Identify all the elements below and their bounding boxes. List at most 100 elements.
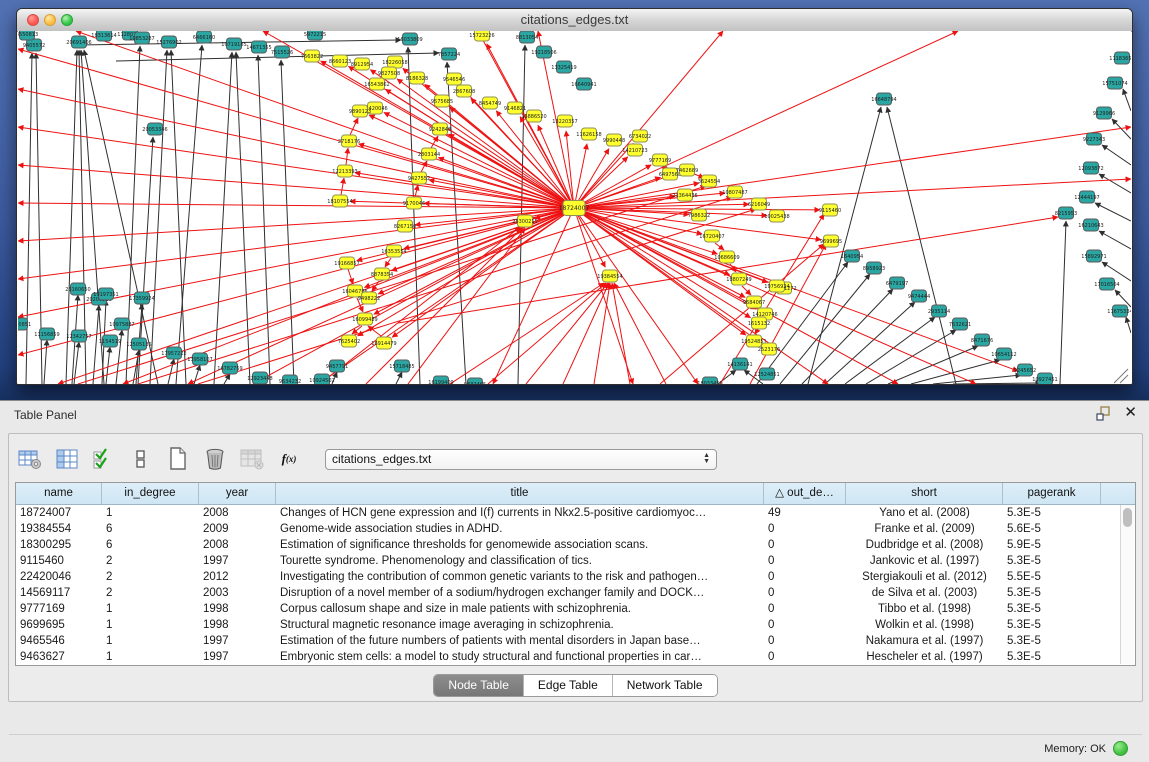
table-row[interactable]: 977716911998Corpus callosum shape and si… [16, 601, 1135, 617]
graph-node[interactable]: 15718485 [389, 360, 414, 372]
graph-node[interactable]: 9827508 [378, 67, 400, 79]
graph-node[interactable]: 8215953 [1055, 207, 1077, 219]
graph-node[interactable]: 20691406 [66, 36, 91, 48]
column-header-out_degree[interactable]: △ out_de… [764, 483, 846, 504]
graph-node[interactable]: 18033459 [697, 377, 722, 384]
table-row[interactable]: 911546021997Tourette syndrome. Phenomeno… [16, 553, 1135, 569]
graph-node[interactable]: 11626158 [576, 128, 601, 140]
graph-node[interactable]: 12923448 [247, 372, 272, 384]
graph-node[interactable]: 11156859 [34, 328, 59, 340]
table-row[interactable]: 1872400712008Changes of HCN gene express… [16, 505, 1135, 521]
graph-node[interactable]: 19166857 [334, 257, 359, 269]
graph-node[interactable]: 16199409 [428, 376, 453, 384]
table-row[interactable]: 1456911722003Disruption of a novel membe… [16, 585, 1135, 601]
table-row[interactable]: 2242004622012Investigating the contribut… [16, 569, 1135, 585]
column-header-name[interactable]: name [16, 483, 102, 504]
graph-node[interactable]: 9832465 [464, 378, 486, 384]
graph-node[interactable]: 12444197 [1074, 191, 1099, 203]
graph-node[interactable]: 16353554 [381, 245, 406, 257]
graph-node[interactable]: 9427552 [408, 172, 430, 184]
graph-node[interactable]: 14136141 [727, 358, 752, 370]
graph-node[interactable]: 9890123 [349, 105, 371, 117]
graph-node[interactable]: 8660123 [329, 55, 351, 67]
graph-node[interactable]: 2867608 [453, 85, 475, 97]
column-header-year[interactable]: year [199, 483, 276, 504]
graph-node[interactable]: 9146821 [504, 102, 526, 114]
tab-edge-table[interactable]: Edge Table [524, 675, 613, 696]
graph-node[interactable]: 15723226 [469, 31, 494, 41]
graph-node[interactable]: 19218506 [531, 46, 556, 58]
scrollbar-thumb[interactable] [1123, 508, 1132, 527]
graph-node[interactable]: 10025438 [764, 210, 789, 222]
graph-node[interactable]: 8550851 [18, 318, 31, 330]
graph-node[interactable]: 1640954 [841, 250, 863, 262]
graph-node[interactable]: 6734022 [629, 130, 651, 142]
graph-node[interactable]: 8186328 [406, 72, 428, 84]
import-checks-icon[interactable] [91, 447, 117, 471]
graph-node[interactable]: 7462669 [676, 164, 698, 176]
table-row[interactable]: 1938455462009Genome-wide association stu… [16, 521, 1135, 537]
graph-node[interactable]: 10927451 [1032, 373, 1057, 384]
graph-node[interactable]: 2935114 [928, 305, 950, 317]
graph-node[interactable]: 16640941 [571, 78, 596, 90]
table-settings-icon[interactable] [17, 447, 43, 471]
graph-node[interactable]: 9129966 [1093, 107, 1115, 119]
graph-node[interactable]: 17957222 [161, 347, 186, 359]
graph-node[interactable]: 18724007 [559, 201, 590, 216]
graph-node[interactable]: 16210643 [1078, 219, 1103, 231]
graph-node[interactable]: 9634232 [279, 375, 301, 384]
graph-node[interactable]: 9699695 [820, 235, 842, 247]
graph-node[interactable]: 9990448 [603, 134, 625, 146]
column-header-in_degree[interactable]: in_degree [102, 483, 199, 504]
graph-node[interactable]: 7857224 [438, 48, 460, 60]
column-header-short[interactable]: short [846, 483, 1003, 504]
graph-node[interactable]: 7986322 [688, 209, 710, 221]
close-icon[interactable]: ✕ [1124, 406, 1137, 420]
tab-network-table[interactable]: Network Table [613, 675, 717, 696]
graph-node[interactable]: 9170046 [403, 197, 425, 209]
table-row[interactable]: 946362711997Embryonic stem cells: a mode… [16, 649, 1135, 665]
graph-node[interactable]: 1615132 [748, 317, 770, 329]
graph-node[interactable]: 11675334 [1107, 305, 1131, 317]
graph-node[interactable]: 15751074 [1102, 77, 1127, 89]
graph-node[interactable]: 8878354 [371, 268, 393, 280]
node-table[interactable]: namein_degreeyeartitle△ out_de…shortpage… [15, 482, 1136, 666]
graph-node[interactable]: 8471676 [971, 334, 993, 346]
row-height-icon[interactable] [128, 447, 154, 471]
graph-node[interactable]: 1154519 [99, 335, 121, 347]
graph-node[interactable]: 6466160 [193, 31, 215, 43]
graph-node[interactable]: 9498222 [358, 292, 380, 304]
graph-node[interactable]: 8813054 [516, 31, 538, 43]
graph-node[interactable]: 9546546 [443, 73, 465, 85]
graph-node[interactable]: 16914479 [371, 337, 396, 349]
graph-node[interactable]: 6479197 [886, 277, 908, 289]
graph-node[interactable]: 8454749 [479, 97, 501, 109]
graph-node[interactable]: 9575685 [431, 95, 453, 107]
graph-node[interactable]: 16720407 [699, 230, 724, 242]
graph-node[interactable]: 10807487 [722, 186, 747, 198]
graph-node[interactable]: 17016504 [1094, 278, 1119, 290]
graph-node[interactable]: 7515526 [271, 46, 293, 58]
graph-node[interactable]: 8267150 [394, 220, 416, 232]
graph-node[interactable]: 18313614 [91, 31, 116, 41]
graph-node[interactable]: 9474444 [908, 290, 930, 302]
graph-node[interactable]: 18226058 [382, 56, 407, 68]
graph-node[interactable]: 20053346 [142, 123, 167, 135]
graph-node[interactable]: 9245652 [1014, 364, 1036, 376]
float-window-icon[interactable] [1095, 406, 1111, 426]
graph-node[interactable]: 2523176 [758, 343, 780, 355]
function-builder-icon[interactable]: f(x) [276, 447, 302, 471]
graph-node[interactable]: 10975887 [109, 318, 134, 330]
graph-node[interactable]: 17359924 [129, 292, 154, 304]
graph-node[interactable]: 7625402 [338, 335, 360, 347]
graph-node[interactable]: 16648794 [871, 93, 896, 105]
show-columns-icon[interactable] [54, 447, 80, 471]
column-header-title[interactable]: title [276, 483, 764, 504]
graph-node[interactable]: 15892971 [1081, 250, 1106, 262]
graph-node[interactable]: 16782759 [217, 362, 242, 374]
new-document-icon[interactable] [165, 447, 191, 471]
graph-node[interactable]: 8912954 [351, 58, 373, 70]
table-row[interactable]: 969969511998Structural magnetic resonanc… [16, 617, 1135, 633]
trash-icon[interactable] [202, 447, 228, 471]
graph-node[interactable]: 10719185 [221, 38, 246, 50]
